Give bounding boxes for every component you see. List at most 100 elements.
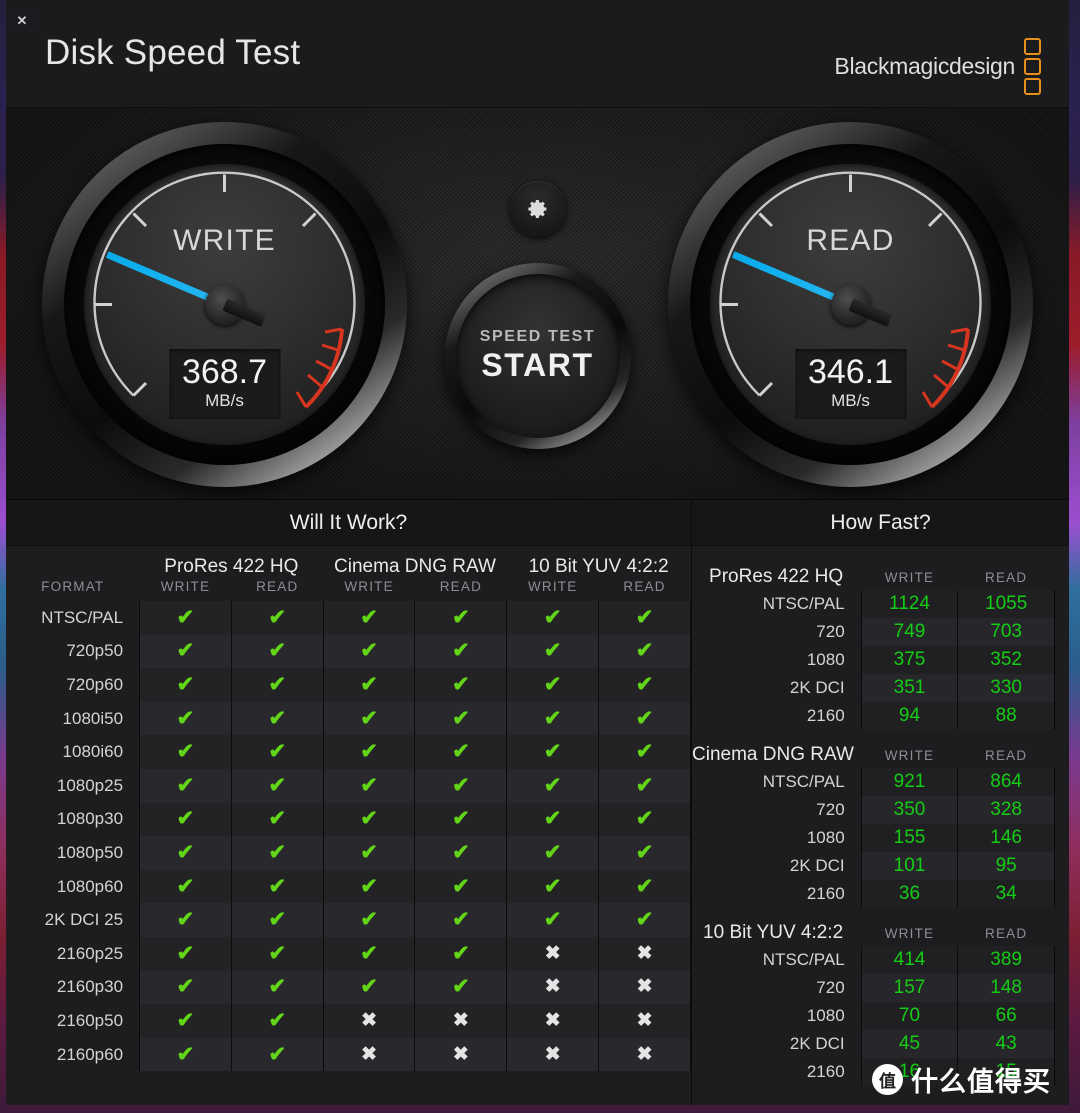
speed-test-start-button[interactable]: SPEED TEST START (444, 263, 631, 449)
start-button-label: START (481, 347, 594, 383)
cross-icon: ✖ (636, 942, 653, 964)
watermark-text: 什么值得买 (911, 1067, 1051, 1097)
check-icon: ✔ (452, 807, 470, 831)
resolution-label: 2K DCI (789, 678, 845, 697)
table-row: 2160p50 ✔ ✔ ✖ ✖ ✖ ✖ (6, 1004, 691, 1038)
read-speed-value: 389 (957, 946, 1055, 974)
support-yes-cell: ✔ (230, 903, 324, 937)
table-row: 2160p25 ✔ ✔ ✔ ✔ ✖ ✖ (6, 936, 691, 971)
blackmagic-logo: Blackmagicdesign (834, 38, 1041, 95)
support-yes-cell: ✔ (506, 903, 599, 937)
check-icon: ✔ (635, 706, 654, 730)
check-icon: ✔ (635, 605, 654, 629)
check-icon: ✔ (360, 706, 378, 730)
format-label: NTSC/PAL (41, 607, 124, 627)
check-icon: ✔ (543, 740, 562, 764)
gear-icon (527, 200, 546, 218)
format-label: 1080i60 (62, 742, 124, 762)
check-icon: ✔ (176, 740, 195, 764)
cross-icon: ✖ (544, 1009, 561, 1031)
table-row: 2160 94 88 (692, 702, 1055, 730)
resolution-label: 720 (816, 978, 845, 997)
support-yes-cell: ✔ (414, 970, 507, 1005)
format-label: 1080i50 (62, 708, 124, 728)
write-speed-value: 36 (860, 880, 958, 908)
read-speed-value: 864 (957, 768, 1055, 796)
check-icon: ✔ (452, 740, 470, 764)
support-yes-cell: ✔ (230, 1004, 324, 1038)
table-row: 2K DCI 45 43 (692, 1030, 1055, 1058)
write-speed-value: 101 (860, 852, 958, 880)
write-speed-value: 70 (860, 1002, 958, 1030)
read-speed-value: 95 (957, 852, 1055, 880)
check-icon: ✔ (176, 840, 195, 864)
settings-button[interactable] (509, 181, 566, 237)
support-yes-cell: ✔ (230, 970, 324, 1005)
read-speed-value: 703 (957, 618, 1055, 646)
support-yes-cell: ✔ (230, 802, 324, 837)
support-yes-cell: ✔ (506, 802, 599, 837)
check-icon: ✔ (543, 773, 562, 797)
check-icon: ✔ (452, 874, 470, 898)
check-icon: ✔ (268, 773, 287, 797)
check-icon: ✔ (635, 874, 654, 898)
format-label: 2160p60 (56, 1044, 124, 1064)
table-row: NTSC/PAL ✔ ✔ ✔ ✔ ✔ ✔ (6, 601, 691, 635)
check-icon: ✔ (360, 941, 378, 965)
will-it-work-panel: Will It Work? ProRes 422 HQ Cinema DNG R… (6, 500, 692, 1105)
read-speed-value: 148 (957, 974, 1055, 1002)
table-row: 1080 155 146 (692, 824, 1055, 852)
resolution-label: 720 (816, 800, 845, 819)
check-icon: ✔ (543, 807, 562, 831)
check-icon: ✔ (360, 874, 378, 898)
write-gauge: WRITE 368.7 MB/s (42, 122, 407, 487)
resolution-label: NTSC/PAL (762, 594, 845, 613)
check-icon: ✔ (360, 807, 378, 831)
close-window-button[interactable]: ✕ (10, 9, 34, 32)
check-icon: ✔ (268, 975, 287, 999)
group-header-prores: ProRes 422 HQ (164, 556, 299, 577)
read-speed-value: 88 (957, 702, 1055, 730)
will-it-work-table: ProRes 422 HQ Cinema DNG RAW 10 Bit YUV … (6, 546, 691, 1072)
resolution-label: 2160 (806, 706, 845, 725)
sub-header-prores-read: READ (256, 579, 299, 594)
check-icon: ✔ (360, 975, 378, 999)
group-header-row: ProRes 422 HQ Cinema DNG RAW 10 Bit YUV … (6, 546, 691, 579)
support-yes-cell: ✔ (414, 601, 507, 635)
support-yes-cell: ✔ (414, 869, 507, 904)
write-speed-value: 350 (860, 796, 958, 824)
support-yes-cell: ✔ (322, 936, 415, 971)
write-gauge-label: WRITE (173, 224, 276, 257)
check-icon: ✔ (268, 908, 287, 932)
table-row: 720 749 703 (692, 618, 1055, 646)
support-no-cell: ✖ (322, 1037, 415, 1072)
check-icon: ✔ (360, 605, 378, 629)
resolution-label: 1080 (806, 650, 845, 669)
table-row: 2160 36 34 (692, 880, 1055, 908)
resolution-label: 1080 (806, 828, 845, 847)
table-row: 1080 70 66 (692, 1002, 1055, 1030)
format-label: 720p50 (66, 641, 124, 661)
check-icon: ✔ (452, 975, 470, 999)
check-icon: ✔ (452, 672, 470, 696)
support-yes-cell: ✔ (139, 735, 232, 769)
support-yes-cell: ✔ (139, 701, 232, 736)
brand-name: Blackmagicdesign (834, 53, 1015, 79)
check-icon: ✔ (268, 807, 287, 831)
sub-header-prores-write: WRITE (160, 579, 211, 594)
watermark-badge-icon: 值 (872, 1064, 903, 1095)
write-speed-value: 921 (860, 768, 958, 796)
check-icon: ✔ (543, 672, 562, 696)
support-yes-cell: ✔ (414, 668, 507, 702)
write-speed-value: 375 (860, 646, 958, 674)
check-icon: ✔ (176, 1042, 195, 1066)
resolution-label: 720 (816, 622, 845, 641)
support-yes-cell: ✔ (414, 836, 507, 870)
format-column-header: FORMAT (41, 579, 105, 594)
cross-icon: ✖ (636, 1043, 653, 1065)
check-icon: ✔ (635, 740, 654, 764)
write-speed-value: 45 (860, 1030, 958, 1058)
read-readout: 346.1 MB/s (795, 349, 906, 419)
check-icon: ✔ (360, 908, 378, 932)
how-fast-title: How Fast? (830, 510, 931, 534)
